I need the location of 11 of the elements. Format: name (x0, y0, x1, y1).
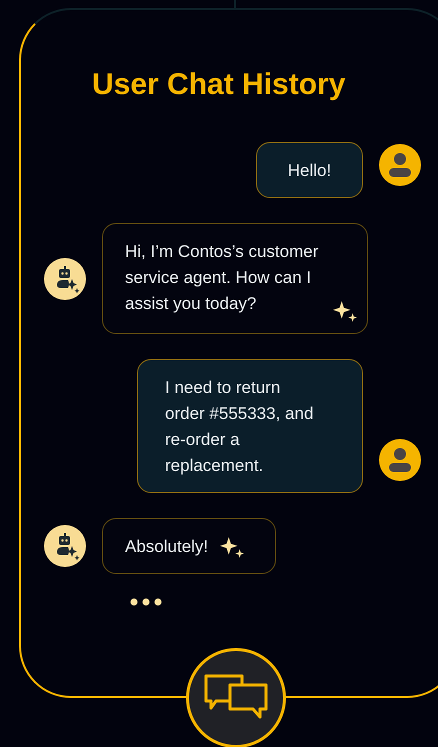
user-message: I need to return order #555333, and re-order a replacement. (137, 359, 363, 493)
robot-avatar-icon (44, 258, 86, 300)
agent-message: Absolutely! (102, 518, 276, 574)
user-avatar-icon (379, 144, 421, 186)
robot-avatar-icon (44, 525, 86, 567)
user-avatar-icon (379, 439, 421, 481)
agent-message: Hi, I’m Contos’s customer service agent. How can I assist you today? (102, 223, 368, 334)
panel-title: User Chat History (92, 68, 346, 102)
sparkle-icon (220, 535, 244, 559)
user-message: Hello! (256, 142, 363, 198)
sparkle-icon (333, 299, 357, 323)
